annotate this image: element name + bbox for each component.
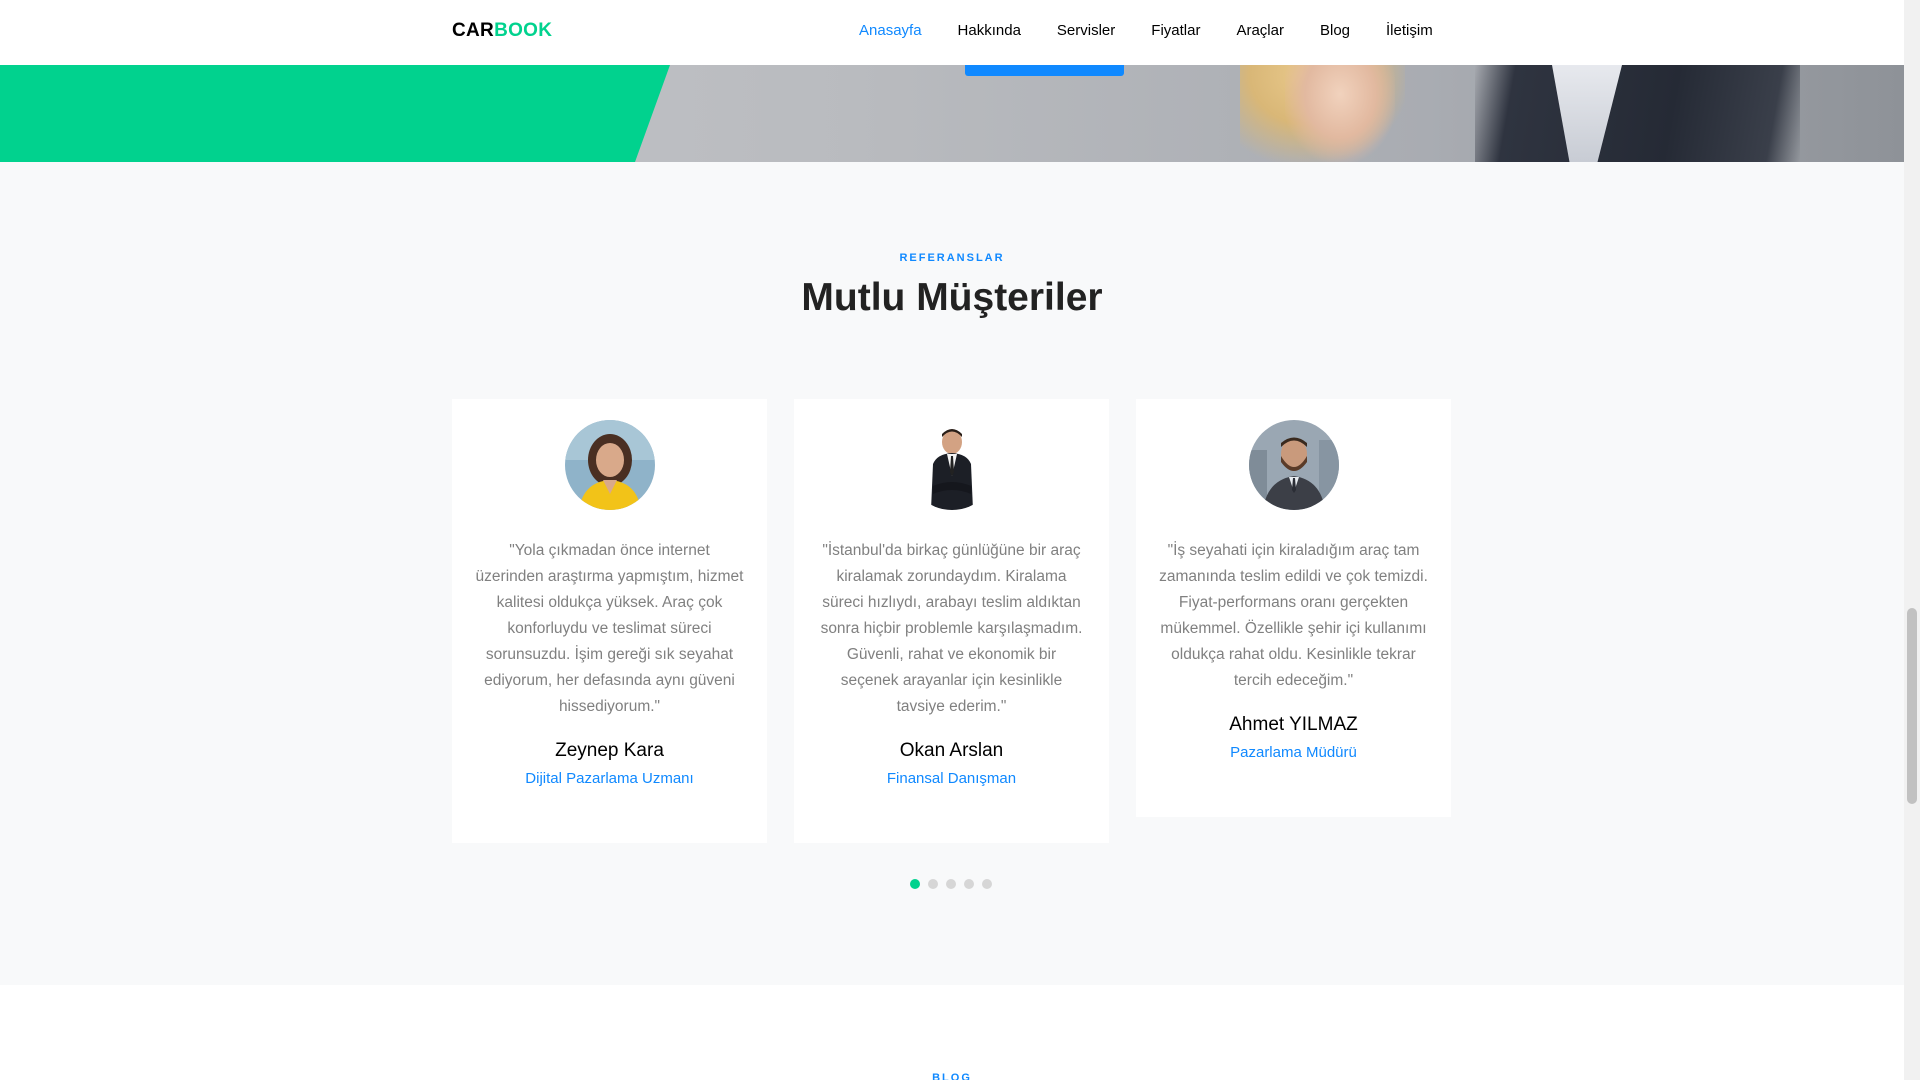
nav-item-blog[interactable]: Blog	[1320, 22, 1350, 39]
page: CARBOOK Anasayfa Hakkında Servisler Fiya…	[0, 0, 1920, 1080]
testimonial-quote: "İş seyahati için kiraladığım araç tam z…	[1159, 542, 1428, 689]
carousel-dot-1[interactable]	[910, 879, 920, 889]
testimonial-name: Zeynep Kara	[555, 740, 664, 761]
carousel-dot-2[interactable]	[928, 879, 938, 889]
testimonial-card: "İş seyahati için kiraladığım araç tam z…	[1136, 399, 1451, 817]
blog-section: BLOG	[0, 985, 1904, 1080]
testimonial-name: Okan Arslan	[899, 740, 1004, 761]
nav-item-araclar[interactable]: Araçlar	[1236, 22, 1284, 39]
testimonial-role: Finansal Danışman	[886, 770, 1017, 787]
testimonial-name: Ahmet YILMAZ	[1229, 714, 1358, 735]
carousel-dot-3[interactable]	[946, 879, 956, 889]
hero-banner	[0, 65, 1904, 162]
logo-part-book: BOOK	[494, 20, 553, 41]
navbar: CARBOOK Anasayfa Hakkında Servisler Fiya…	[0, 0, 1904, 65]
carousel-dot-4[interactable]	[964, 879, 974, 889]
nav-item-fiyatlar[interactable]: Fiyatlar	[1151, 22, 1200, 39]
hero-man-suit	[1475, 65, 1800, 162]
blog-subheading: BLOG	[932, 1072, 972, 1080]
logo[interactable]: CARBOOK	[452, 20, 552, 42]
testimonial-card: "İstanbul'da birkaç günlüğüne bir araç k…	[794, 399, 1109, 843]
hero-green-slant	[635, 65, 670, 162]
scrollbar-thumb[interactable]	[1907, 608, 1917, 804]
section-subheading: REFERANSLAR	[899, 252, 1005, 264]
nav-item-anasayfa[interactable]: Anasayfa	[859, 22, 922, 39]
avatar	[906, 420, 997, 510]
carousel-dot-5[interactable]	[982, 879, 992, 889]
logo-part-car: CAR	[452, 20, 495, 41]
scrollbar[interactable]	[1904, 0, 1920, 1080]
testimonial-quote: "İstanbul'da birkaç günlüğüne bir araç k…	[820, 542, 1083, 715]
testimonial-role: Pazarlama Müdürü	[1230, 744, 1357, 761]
nav-item-iletisim[interactable]: İletişim	[1386, 22, 1433, 39]
testimonial-card: "Yola çıkmadan önce internet üzerinden a…	[452, 399, 767, 843]
nav-item-hakkinda[interactable]: Hakkında	[958, 22, 1021, 39]
carousel-dots	[910, 879, 1000, 889]
avatar	[564, 420, 655, 510]
section-heading: Mutlu Müşteriler	[801, 276, 1103, 319]
nav-menu: Anasayfa Hakkında Servisler Fiyatlar Ara…	[859, 22, 1469, 39]
hero-woman-face	[1285, 65, 1395, 162]
nav-item-servisler[interactable]: Servisler	[1057, 22, 1115, 39]
testimonial-quote: "Yola çıkmadan önce internet üzerinden a…	[475, 542, 744, 715]
hero-green-panel	[0, 65, 635, 162]
testimonial-role: Dijital Pazarlama Uzmanı	[525, 770, 694, 787]
avatar	[1248, 420, 1339, 510]
hero-cta-button[interactable]	[965, 65, 1124, 76]
